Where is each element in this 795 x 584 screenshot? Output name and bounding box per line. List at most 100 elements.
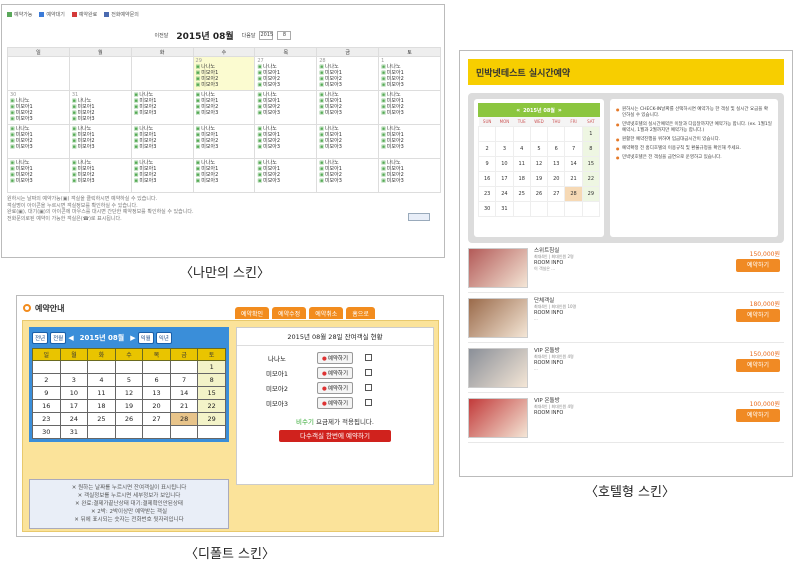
day-cell[interactable]: 5 <box>114 373 144 387</box>
day-cell[interactable]: 나나노미모아1미모아2미모아3 <box>192 90 256 125</box>
day-cell[interactable]: 2 <box>32 373 61 387</box>
day-cell[interactable]: 17 <box>495 170 514 187</box>
reserve-button[interactable]: 예약하기 <box>317 366 354 379</box>
day-cell[interactable]: 28 <box>169 412 199 426</box>
room-item[interactable]: 미모아3 <box>381 110 438 116</box>
room-item[interactable]: 미모아3 <box>319 178 376 184</box>
day-cell[interactable]: 30나나노미모아1미모아2미모아3 <box>7 90 70 125</box>
next-year-button[interactable]: 익년 <box>155 332 172 344</box>
day-cell[interactable]: 6 <box>547 140 566 157</box>
day-cell[interactable]: 16 <box>32 399 61 413</box>
day-cell[interactable]: 29나나노미모아1미모아2미모아3 <box>192 56 256 91</box>
day-cell[interactable]: 나나노미모아1미모아2미모아3 <box>316 158 380 193</box>
prev-month-icon[interactable]: « <box>516 107 520 114</box>
room-image[interactable] <box>468 298 528 338</box>
day-cell[interactable]: 19 <box>114 399 144 413</box>
day-cell[interactable]: 나나노미모아1미모아2미모아3 <box>378 90 441 125</box>
day-cell[interactable]: 13 <box>547 155 566 172</box>
day-cell[interactable]: 22 <box>197 399 226 413</box>
day-cell[interactable]: 21 <box>169 399 199 413</box>
day-cell[interactable]: 31나나노미모아1미모아2미모아3 <box>68 90 132 125</box>
day-cell[interactable]: 나나노미모아1미모아2미모아3 <box>7 124 70 159</box>
day-cell[interactable]: 28 <box>564 185 583 202</box>
day-cell[interactable]: 29 <box>197 412 226 426</box>
day-cell[interactable]: 3 <box>59 373 89 387</box>
room-item[interactable]: 미모아3 <box>134 178 191 184</box>
day-cell[interactable]: 30 <box>477 200 497 217</box>
day-cell[interactable]: 20 <box>547 170 566 187</box>
room-checkbox[interactable] <box>365 384 373 391</box>
prev-month-button[interactable]: 전월 <box>50 332 67 344</box>
day-cell[interactable]: 20 <box>142 399 171 413</box>
room-item[interactable]: 미모아3 <box>381 144 438 150</box>
room-item[interactable]: 미모아3 <box>10 116 67 122</box>
prev-year-button[interactable]: 전년 <box>32 332 49 344</box>
day-cell[interactable]: 나나노미모아1미모아2미모아3 <box>192 124 256 159</box>
room-item[interactable]: 미모아3 <box>257 82 314 88</box>
day-cell[interactable]: 12 <box>529 155 549 172</box>
day-cell[interactable] <box>7 56 70 91</box>
day-cell[interactable]: 4 <box>87 373 116 387</box>
day-cell[interactable]: 30 <box>32 425 61 439</box>
day-cell[interactable]: 14 <box>169 386 199 400</box>
room-info[interactable]: ROOM INFO <box>534 410 684 416</box>
room-item[interactable]: 미모아3 <box>381 82 438 88</box>
day-cell[interactable]: 1나나노미모아1미모아2미모아3 <box>378 56 441 91</box>
left-arrow-icon[interactable]: ◀ <box>68 334 73 342</box>
room-item[interactable]: 미모아3 <box>134 110 191 116</box>
day-cell[interactable]: 12 <box>114 386 144 400</box>
next-month-icon[interactable]: » <box>558 107 562 114</box>
room-item[interactable]: 미모아3 <box>196 110 253 116</box>
multi-reserve-button[interactable]: 다수객실 한번에 예약하기 <box>279 430 391 442</box>
day-cell[interactable]: 10 <box>495 155 514 172</box>
room-item[interactable]: 미모아3 <box>72 178 129 184</box>
right-arrow-icon[interactable]: ▶ <box>130 334 135 342</box>
room-image[interactable] <box>468 398 528 438</box>
day-cell[interactable]: 5 <box>529 140 549 157</box>
tab[interactable]: 예약확인 <box>235 307 270 319</box>
day-cell[interactable]: 7 <box>564 140 583 157</box>
room-item[interactable]: 미모아3 <box>72 144 129 150</box>
day-cell[interactable]: 나나노미모아1미모아2미모아3 <box>378 124 441 159</box>
day-cell[interactable]: 나나노미모아1미모아2미모아3 <box>130 158 194 193</box>
day-cell[interactable]: 4 <box>512 140 531 157</box>
day-cell[interactable]: 27나나노미모아1미모아2미모아3 <box>254 56 318 91</box>
day-cell[interactable]: 22 <box>581 170 601 187</box>
day-cell[interactable]: 11 <box>87 386 116 400</box>
day-cell[interactable]: 29 <box>581 185 601 202</box>
day-cell[interactable]: 나나노미모아1미모아2미모아3 <box>316 90 380 125</box>
day-cell[interactable]: 나나노미모아1미모아2미모아3 <box>130 90 194 125</box>
day-cell[interactable]: 28나나노미모아1미모아2미모아3 <box>316 56 380 91</box>
day-cell[interactable] <box>130 56 194 91</box>
room-item[interactable]: 미모아3 <box>319 82 376 88</box>
room-item[interactable]: 미모아3 <box>319 144 376 150</box>
day-cell[interactable]: 23 <box>477 185 497 202</box>
day-cell[interactable]: 14 <box>564 155 583 172</box>
room-item[interactable]: 미모아3 <box>10 178 67 184</box>
next-month-button[interactable]: 다음달 <box>242 32 256 39</box>
day-cell[interactable]: 나나노미모아1미모아2미모아3 <box>192 158 256 193</box>
room-item[interactable]: 미모아3 <box>72 116 129 122</box>
room-item[interactable]: 미모아3 <box>134 144 191 150</box>
room-item[interactable]: 미모아3 <box>257 178 314 184</box>
day-cell[interactable]: 2 <box>477 140 497 157</box>
room-item[interactable]: 미모아3 <box>10 144 67 150</box>
day-cell[interactable]: 6 <box>142 373 171 387</box>
room-item[interactable]: 미모아3 <box>257 110 314 116</box>
reserve-button[interactable]: 예약하기 <box>317 381 354 394</box>
day-cell[interactable]: 24 <box>495 185 514 202</box>
day-cell[interactable]: 18 <box>87 399 116 413</box>
next-month-button[interactable]: 익월 <box>137 332 154 344</box>
room-checkbox[interactable] <box>365 399 373 406</box>
day-cell[interactable]: 23 <box>32 412 61 426</box>
day-cell[interactable]: 8 <box>581 140 601 157</box>
day-cell[interactable]: 나나노미모아1미모아2미모아3 <box>254 158 318 193</box>
day-cell[interactable]: 11 <box>512 155 531 172</box>
day-cell[interactable]: 나나노미모아1미모아2미모아3 <box>316 124 380 159</box>
room-item[interactable]: 미모아3 <box>381 178 438 184</box>
reserve-button[interactable]: 예약하기 <box>736 409 780 422</box>
reserve-button[interactable]: 예약하기 <box>317 351 354 364</box>
day-cell[interactable] <box>68 56 132 91</box>
day-cell[interactable]: 25 <box>512 185 531 202</box>
day-cell[interactable]: 18 <box>512 170 531 187</box>
